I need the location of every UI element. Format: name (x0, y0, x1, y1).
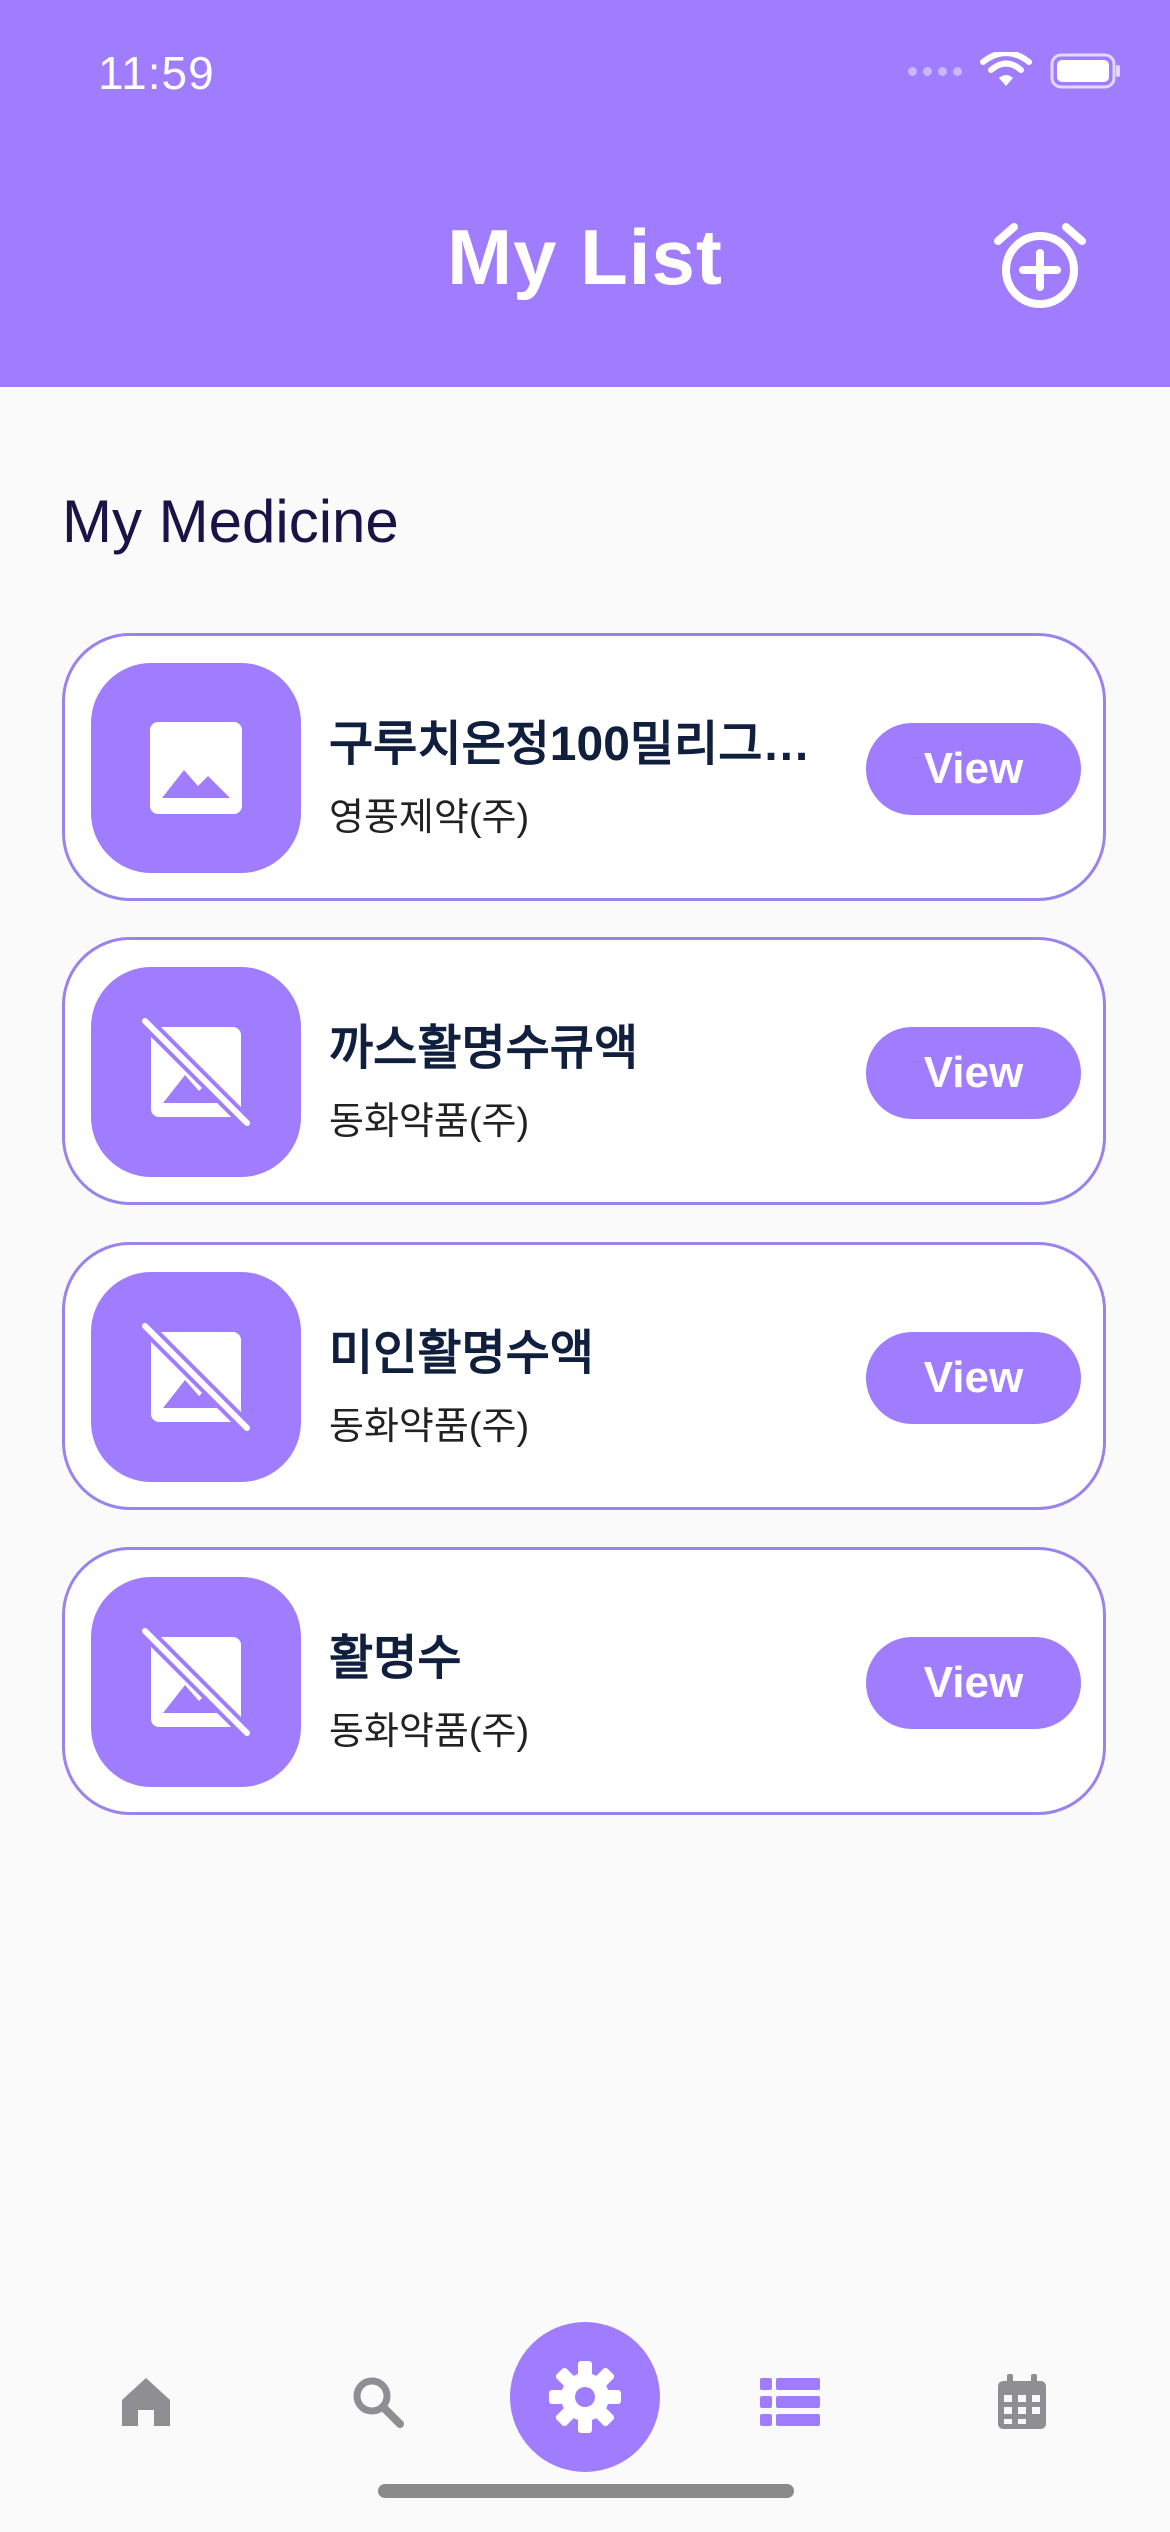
medicine-card[interactable]: 활명수 동화약품(주) View (62, 1547, 1106, 1815)
image-not-supported-icon (141, 1627, 251, 1737)
tab-settings[interactable] (510, 2322, 660, 2472)
medicine-thumbnail (91, 967, 301, 1177)
image-icon (150, 722, 242, 814)
view-button[interactable]: View (866, 1332, 1081, 1424)
list-icon (760, 2378, 820, 2426)
tab-home[interactable] (86, 2342, 206, 2462)
view-button[interactable]: View (866, 1027, 1081, 1119)
medicine-thumbnail (91, 1272, 301, 1482)
medicine-name: 활명수 (329, 1632, 462, 1685)
search-icon (353, 2377, 404, 2428)
medicine-card[interactable]: 미인활명수액 동화약품(주) View (62, 1242, 1106, 1510)
status-time: 11:59 (98, 47, 215, 99)
medicine-name: 구루치온정100밀리그램(치옥트산) (329, 718, 849, 771)
medicine-thumbnail (91, 663, 301, 873)
section-title: My Medicine (62, 488, 399, 555)
app-header: 11:59 My List (0, 0, 1170, 387)
calendar-icon (998, 2374, 1046, 2429)
tab-list[interactable] (730, 2342, 850, 2462)
signal-icon (908, 66, 962, 76)
medicine-thumbnail (91, 1577, 301, 1787)
settings-icon (549, 2361, 621, 2433)
view-button[interactable]: View (866, 1637, 1081, 1729)
medicine-card[interactable]: 까스활명수큐액 동화약품(주) View (62, 937, 1106, 1205)
home-indicator (378, 2484, 794, 2498)
view-button[interactable]: View (866, 723, 1081, 815)
medicine-maker: 영풍제약(주) (329, 797, 530, 839)
medicine-maker: 동화약품(주) (329, 1406, 530, 1448)
tab-calendar[interactable] (962, 2342, 1082, 2462)
battery-icon (1050, 53, 1120, 89)
medicine-maker: 동화약품(주) (329, 1101, 530, 1143)
alarm-add-icon (994, 223, 1086, 308)
image-not-supported-icon (141, 1322, 251, 1432)
home-icon (122, 2378, 170, 2426)
wifi-icon (980, 52, 1032, 86)
medicine-name: 까스활명수큐액 (329, 1022, 639, 1075)
medicine-maker: 동화약품(주) (329, 1711, 530, 1753)
add-alarm-button[interactable] (990, 215, 1090, 315)
medicine-name: 미인활명수액 (329, 1327, 594, 1380)
medicine-card[interactable]: 구루치온정100밀리그램(치옥트산) 영풍제약(주) View (62, 633, 1106, 901)
status-icons (908, 52, 1122, 90)
tab-search[interactable] (318, 2342, 438, 2462)
image-not-supported-icon (141, 1017, 251, 1127)
